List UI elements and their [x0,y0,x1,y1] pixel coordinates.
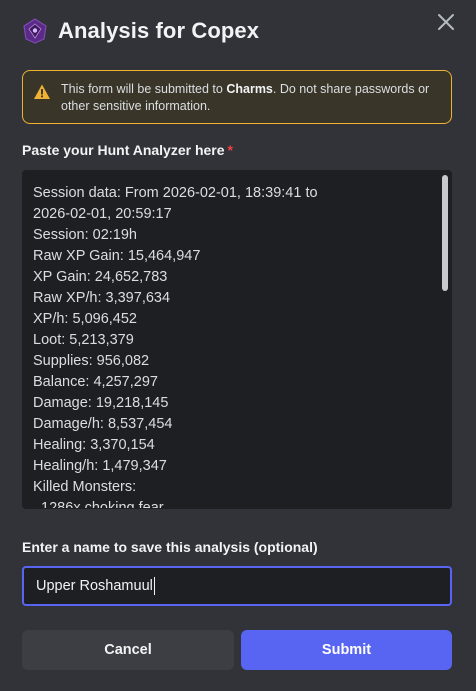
textarea-scrollbar[interactable] [442,175,448,291]
analysis-modal: Analysis for Copex This form will be sub… [0,0,476,691]
analyzer-line: Healing: 3,370,154 [33,437,155,453]
required-mark: * [227,142,233,158]
analyzer-text: Session data: From 2026-02-01, 18:39:41 … [33,183,427,509]
modal-header: Analysis for Copex [22,18,416,44]
analyzer-line: 2026-02-01, 20:59:17 [33,206,172,222]
name-field-label: Enter a name to save this analysis (opti… [22,539,318,555]
warning-triangle-icon [34,84,50,99]
analyzer-line: Session data: From 2026-02-01, 18:39:41 … [33,185,318,201]
submit-button[interactable]: Submit [241,630,452,670]
text-caret [153,577,155,595]
analyzer-line: Raw XP Gain: 15,464,947 [33,248,201,264]
cancel-button[interactable]: Cancel [22,630,234,670]
analyzer-line: Balance: 4,257,297 [33,374,158,390]
analyzer-line: Healing/h: 1,479,347 [33,458,167,474]
hunt-analyzer-textarea[interactable]: Session data: From 2026-02-01, 18:39:41 … [22,170,452,509]
analysis-name-input[interactable]: Upper Roshamuul [22,566,452,606]
analyzer-line: Killed Monsters: [33,479,137,495]
close-icon[interactable] [434,10,458,34]
purple-gem-icon [23,18,47,44]
analyzer-line: 1286x choking fear [33,500,164,509]
modal-title: Analysis for Copex [58,18,260,43]
analyzer-line: Damage/h: 8,537,454 [33,416,173,432]
warning-app-name: Charms [226,82,273,96]
warning-text: This form will be submitted to Charms. D… [61,82,430,113]
analyzer-line: Session: 02:19h [33,227,137,243]
analyzer-line: Raw XP/h: 3,397,634 [33,290,171,306]
analyzer-line: Supplies: 956,082 [33,353,150,369]
analyzer-line: XP/h: 5,096,452 [33,311,137,327]
analysis-name-value: Upper Roshamuul [36,578,153,594]
analyzer-line: XP Gain: 24,652,783 [33,269,168,285]
analyzer-line: Damage: 19,218,145 [33,395,169,411]
warning-banner: This form will be submitted to Charms. D… [22,70,452,124]
paste-field-label: Paste your Hunt Analyzer here * [22,142,233,158]
analyzer-line: Loot: 5,213,379 [33,332,134,348]
